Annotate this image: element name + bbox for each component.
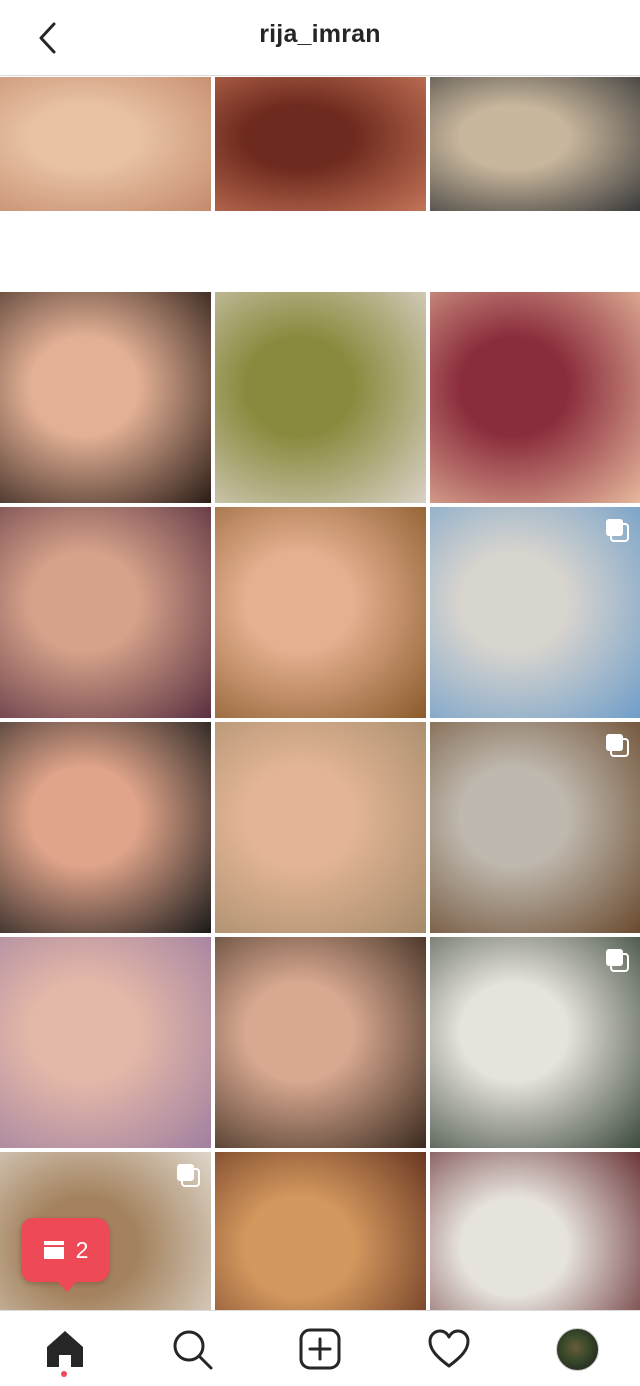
- tab-new-post[interactable]: [298, 1327, 342, 1371]
- grid-tile-red-dress-room[interactable]: [430, 1152, 640, 1310]
- page-title: rija_imran: [259, 20, 381, 48]
- grid-tile-teal-eye-beanie[interactable]: [215, 507, 426, 718]
- post-thumbnail: [0, 292, 211, 503]
- tab-search[interactable]: [170, 1327, 214, 1371]
- post-thumbnail: [215, 1152, 426, 1310]
- header: rija_imran: [0, 0, 640, 76]
- post-thumbnail: [430, 292, 640, 503]
- post-thumbnail: [0, 507, 211, 718]
- search-icon: [173, 1330, 213, 1370]
- home-icon: [47, 1331, 83, 1367]
- posts-stack-icon: [43, 1241, 64, 1259]
- plus-square-icon: [299, 1328, 341, 1370]
- heart-icon: [428, 1329, 470, 1368]
- carousel-icon: [606, 949, 629, 972]
- post-thumbnail: [215, 722, 426, 933]
- grid-tile-tan-beanie-car[interactable]: [215, 1152, 426, 1310]
- grid-tile-bronze-eye-beanie[interactable]: [215, 722, 426, 933]
- grid-tile-red-hair-portrait[interactable]: [215, 77, 426, 211]
- grid-tile-corduroy-jacket[interactable]: [430, 722, 640, 933]
- new-posts-toast[interactable]: 2: [21, 1218, 109, 1292]
- post-thumbnail: [215, 507, 426, 718]
- grid-tile-plaid-shirt[interactable]: [430, 937, 640, 1148]
- grid-tile-mint-liner-face[interactable]: [0, 722, 211, 933]
- notification-dot: [61, 1371, 67, 1377]
- grid-tile-burgundy-eye[interactable]: [430, 292, 640, 503]
- grid-tile-eye-liner-closeup[interactable]: [0, 77, 211, 211]
- grid-tile-pink-eye-beanie[interactable]: [0, 937, 211, 1148]
- grid-tile-cafe-drink[interactable]: [430, 77, 640, 211]
- post-thumbnail: [430, 1152, 640, 1310]
- photo-grid: [0, 77, 640, 1310]
- carousel-icon: [177, 1164, 200, 1187]
- post-thumbnail: [430, 77, 640, 211]
- post-thumbnail: [0, 722, 211, 933]
- post-thumbnail: [215, 77, 426, 211]
- post-thumbnail: [0, 937, 211, 1148]
- tab-bar: [0, 1310, 640, 1386]
- carousel-icon: [606, 734, 629, 757]
- grid-tile-wine-liner-face[interactable]: [0, 507, 211, 718]
- post-thumbnail: [215, 937, 426, 1148]
- grid-tile-olive-shirt-portrait[interactable]: [215, 292, 426, 503]
- tab-home[interactable]: [43, 1327, 87, 1371]
- avatar[interactable]: [556, 1328, 599, 1371]
- post-thumbnail: [0, 77, 211, 211]
- tab-activity[interactable]: [427, 1327, 471, 1371]
- toast-count: 2: [75, 1236, 89, 1263]
- grid-tile-blue-top-chair[interactable]: [430, 507, 640, 718]
- carousel-icon: [606, 519, 629, 542]
- grid-tile-pink-liner-portrait[interactable]: [215, 937, 426, 1148]
- grid-tile-graphic-liner-earring[interactable]: [0, 292, 211, 503]
- post-thumbnail: [215, 292, 426, 503]
